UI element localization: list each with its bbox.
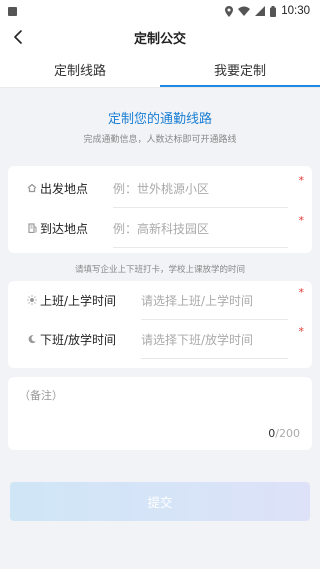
end-time-row[interactable]: 下班/放学时间 请选择下班/放学时间 * xyxy=(8,319,312,359)
start-time-label: 上班/上学时间 xyxy=(40,293,117,308)
intro-subtitle: 完成通勤信息，人数达标即可开通路线 xyxy=(83,135,237,145)
intro: 定制您的通勤线路 完成通勤信息，人数达标即可开通路线 xyxy=(0,108,320,145)
arrival-input[interactable]: 例：高新科技园区 xyxy=(113,208,288,248)
departure-label: 出发地点 xyxy=(40,181,89,196)
notification-icon xyxy=(8,6,17,16)
row-divider xyxy=(141,358,288,359)
sun-icon xyxy=(27,295,37,305)
signal-icon xyxy=(255,6,266,16)
tab-bar: 定制线路 我要定制 xyxy=(0,52,320,88)
title-bar: 定制公交 xyxy=(0,22,320,52)
back-button[interactable] xyxy=(6,25,30,49)
remark-textarea[interactable]: （备注） xyxy=(19,387,63,403)
char-max: /200 xyxy=(275,427,300,440)
time-hint: 请填写企业上下班打卡，学校上课放学的时间 xyxy=(74,265,245,275)
home-icon xyxy=(27,183,37,193)
status-time: 10:30 xyxy=(281,5,310,17)
tab-request-custom[interactable]: 我要定制 xyxy=(160,52,320,87)
end-time-label: 下班/放学时间 xyxy=(40,332,117,347)
location-card: 出发地点 例：世外桃源小区 * 到达地点 例：高新科技园区 * xyxy=(8,166,312,253)
char-counter: 0/200 xyxy=(268,427,300,440)
tab-custom-routes[interactable]: 定制线路 xyxy=(0,52,160,87)
row-divider xyxy=(113,247,288,248)
start-time-select[interactable]: 请选择上班/上学时间 xyxy=(141,280,288,320)
arrival-label: 到达地点 xyxy=(40,221,89,236)
building-icon xyxy=(27,223,37,233)
required-mark: * xyxy=(298,286,305,299)
start-time-row[interactable]: 上班/上学时间 请选择上班/上学时间 * xyxy=(8,280,312,320)
status-icons: 10:30 xyxy=(225,5,310,17)
wifi-icon xyxy=(238,6,251,16)
end-time-select[interactable]: 请选择下班/放学时间 xyxy=(141,319,288,359)
departure-input[interactable]: 例：世外桃源小区 xyxy=(113,168,288,208)
required-mark: * xyxy=(298,214,305,227)
location-icon xyxy=(225,5,234,17)
required-mark: * xyxy=(298,325,305,338)
remark-card[interactable]: （备注） 0/200 xyxy=(8,377,312,450)
arrival-row[interactable]: 到达地点 例：高新科技园区 * xyxy=(8,208,312,248)
departure-row[interactable]: 出发地点 例：世外桃源小区 * xyxy=(8,168,312,208)
back-arrow-icon xyxy=(14,30,22,44)
intro-title: 定制您的通勤线路 xyxy=(107,112,212,127)
status-bar: 10:30 xyxy=(0,0,320,22)
page-title: 定制公交 xyxy=(133,31,186,47)
moon-icon xyxy=(27,334,37,344)
battery-icon xyxy=(270,5,277,17)
submit-button[interactable]: 提交 xyxy=(10,482,310,521)
time-card: 上班/上学时间 请选择上班/上学时间 * 下班/放学时间 请选择下班/放学时间 … xyxy=(8,281,312,368)
required-mark: * xyxy=(298,174,305,187)
